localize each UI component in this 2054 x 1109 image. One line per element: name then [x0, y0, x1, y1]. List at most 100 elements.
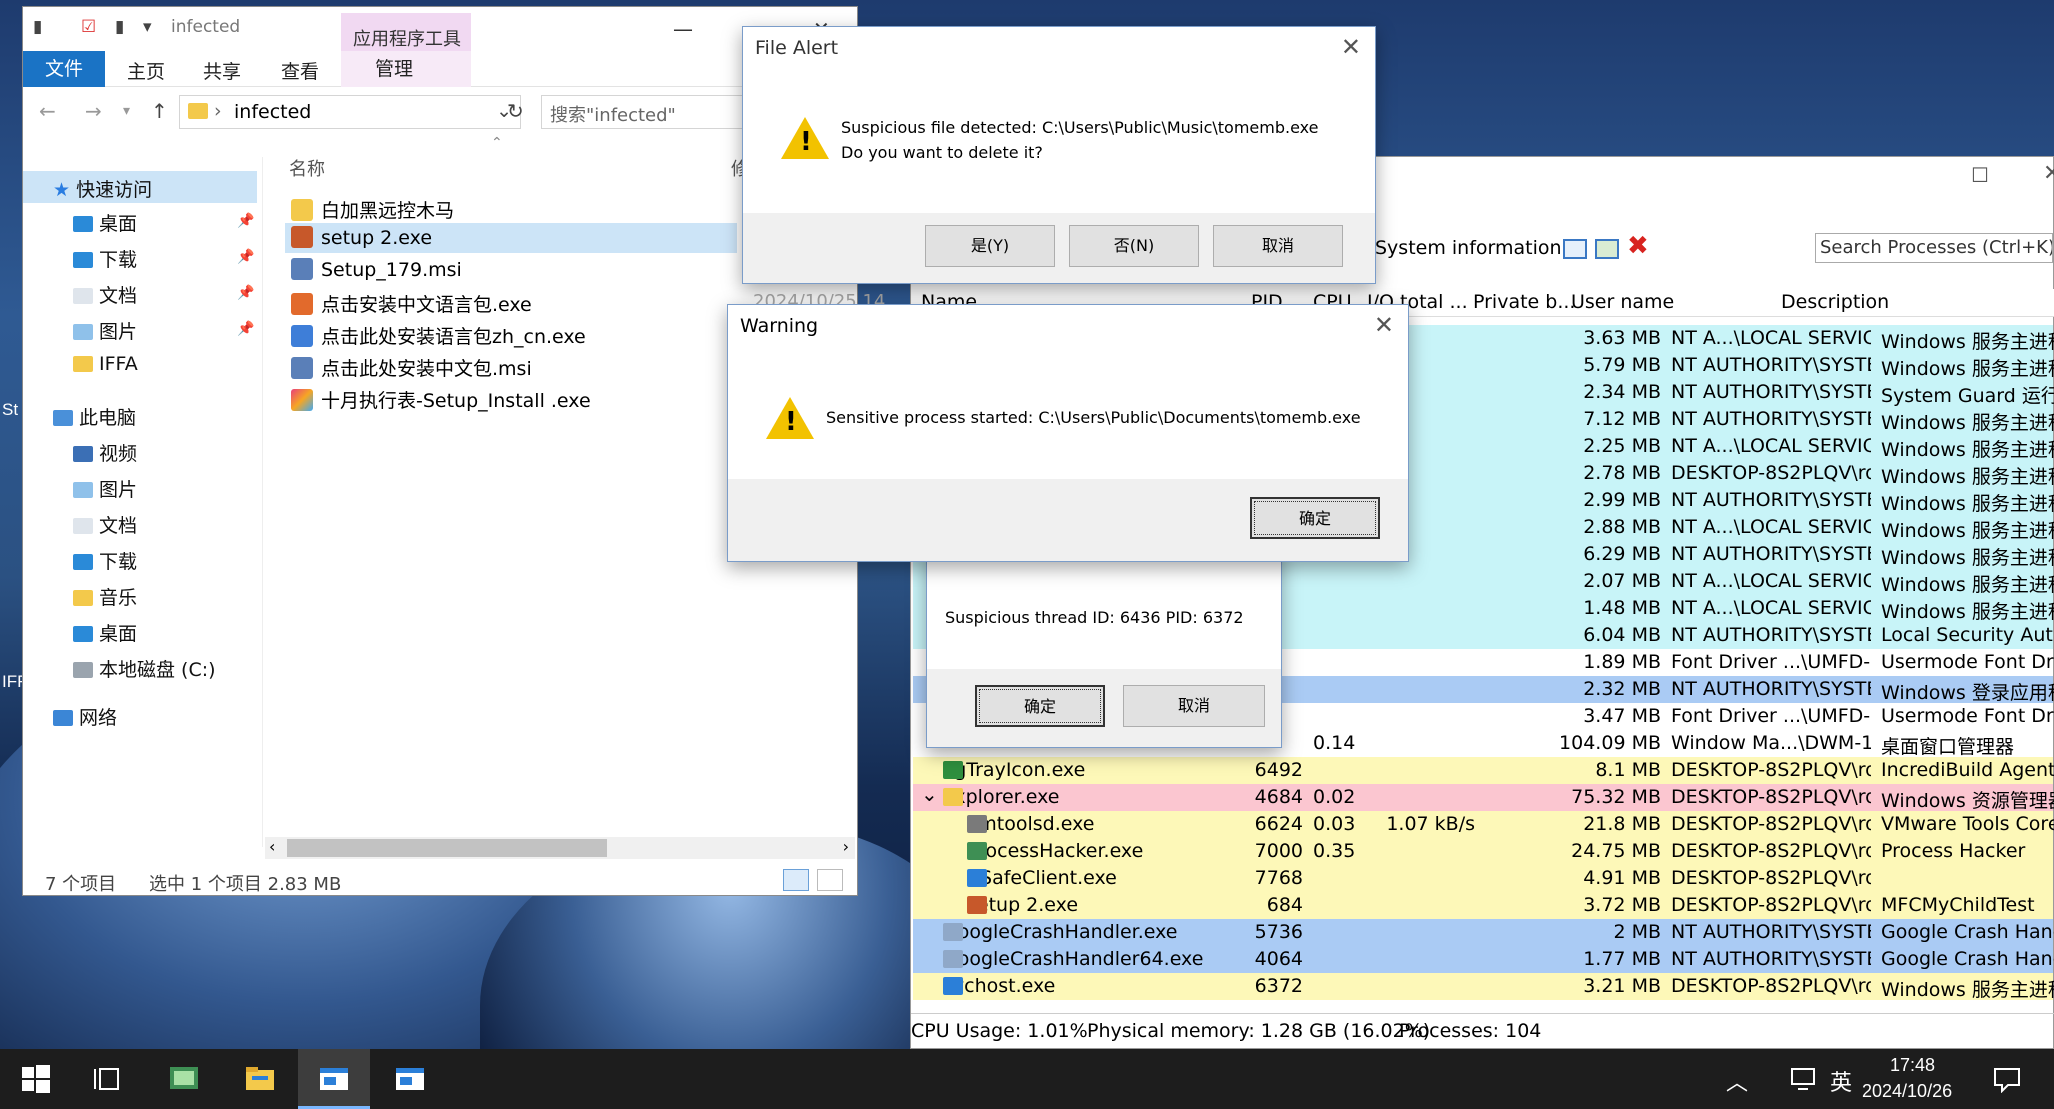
ok-button[interactable]: 确定	[1250, 497, 1380, 539]
process-name: svchost.exe	[943, 975, 1223, 997]
process-row[interactable]: ProcessHacker.exe 7000 0.35 24.75 MB DESKTOP…	[913, 838, 2053, 865]
column-header-name[interactable]: 名称	[289, 155, 325, 181]
task-view-icon[interactable]	[90, 1061, 126, 1097]
chevron-up-icon[interactable]: ︿	[1726, 1065, 1748, 1097]
nav-item-iffa[interactable]: IFFA	[73, 353, 138, 375]
yes-button[interactable]: 是(Y)	[925, 225, 1055, 267]
back-arrow-icon[interactable]: ←	[39, 99, 56, 123]
process-icon	[943, 761, 963, 779]
process-priv: 2.32 MB	[1583, 678, 1661, 700]
close-icon[interactable]: ✕	[1374, 311, 1394, 339]
file-row[interactable]: 点击此处安装中文包.msi	[285, 351, 785, 381]
minimize-icon[interactable]: —	[673, 17, 693, 41]
file-row[interactable]: 十月执行表-Setup_Install .exe	[285, 383, 785, 413]
system-information-button[interactable]: System information	[1375, 237, 1562, 259]
process-desc: Google Crash Handler	[1881, 948, 2054, 970]
tab-file[interactable]: 文件	[23, 51, 105, 87]
clock-time[interactable]: 17:48	[1890, 1055, 1935, 1076]
file-row[interactable]: 白加黑远控木马	[285, 193, 785, 223]
ime-indicator[interactable]: 英	[1830, 1065, 1852, 1097]
nav-item-pictures[interactable]: 图片	[73, 475, 137, 502]
windows-start-icon[interactable]	[18, 1061, 54, 1097]
nav-this-pc[interactable]: 此电脑	[53, 403, 136, 430]
address-field[interactable]: › infected ⌄	[179, 95, 521, 129]
up-arrow-icon[interactable]: ↑	[151, 99, 168, 123]
process-row[interactable]: explorer.exe 4684 0.02 75.32 MB DESKTOP-8S2P…	[913, 782, 2054, 812]
pin-icon[interactable]: 📌	[237, 285, 254, 301]
nav-item-local-disk[interactable]: 本地磁盘 (C:)	[73, 655, 216, 682]
horizontal-scrollbar[interactable]: ‹ ›	[265, 837, 855, 859]
column-header-private-bytes[interactable]: Private b...	[1473, 291, 1575, 313]
nav-item-downloads[interactable]: 下载	[73, 547, 137, 574]
close-icon[interactable]: ✕	[1341, 33, 1361, 61]
nav-quick-access[interactable]: ★ 快速访问	[23, 171, 257, 203]
tab-home[interactable]: 主页	[127, 57, 165, 84]
taskbar-active-app[interactable]	[298, 1049, 370, 1109]
window-title: infected	[171, 17, 241, 37]
clock-date[interactable]: 2024/10/26	[1862, 1081, 1952, 1102]
close-icon[interactable]: ✕	[2043, 161, 2054, 186]
nav-item-pictures[interactable]: 图片	[73, 317, 137, 344]
column-header-user[interactable]: User name	[1571, 291, 1674, 313]
ok-button[interactable]: 确定	[975, 685, 1105, 727]
desktop-icon-label[interactable]: St	[2, 400, 18, 420]
chevron-down-icon[interactable]: ▾	[143, 17, 152, 37]
file-row[interactable]: 点击此处安装语言包zh_cn.exe	[285, 319, 785, 349]
tab-manage[interactable]: 管理	[341, 51, 471, 87]
nav-item-videos[interactable]: 视频	[73, 439, 137, 466]
process-hacker-taskbar-icon[interactable]	[166, 1061, 202, 1097]
file-row[interactable]: Setup_179.msi	[285, 255, 785, 285]
column-header-description[interactable]: Description	[1781, 291, 1889, 313]
scroll-left-icon[interactable]: ‹	[269, 837, 275, 856]
nav-item-music[interactable]: 音乐	[73, 583, 137, 610]
terminate-icon[interactable]: ✖	[1627, 231, 1649, 261]
scroll-right-icon[interactable]: ›	[843, 837, 849, 856]
new-folder-icon[interactable]: ▮	[115, 17, 124, 37]
expand-chevron-icon[interactable]: ⌄	[921, 782, 938, 806]
process-row[interactable]: XSafeClient.exe 7768 4.91 MB DESKTOP-8S2PLQ…	[913, 865, 2053, 892]
file-explorer-taskbar-icon[interactable]	[242, 1061, 278, 1097]
find-window-icon[interactable]	[1595, 239, 1619, 259]
recent-chevron-icon[interactable]: ▾	[123, 103, 130, 119]
process-icon	[943, 788, 963, 806]
process-row[interactable]: xgTrayIcon.exe 6492 8.1 MB DESKTOP-8S2PLQV\…	[913, 757, 2054, 784]
pin-icon[interactable]: 📌	[237, 213, 254, 229]
nav-item-documents[interactable]: 文档	[73, 281, 137, 308]
maximize-icon[interactable]: ☐	[1971, 163, 1989, 187]
process-row[interactable]: GoogleCrashHandler.exe 5736 2 MB NT AUTHORI…	[913, 919, 2054, 946]
process-row[interactable]: svchost.exe 6372 3.21 MB DESKTOP-8S2PLQV\ro…	[913, 973, 2054, 1001]
tab-share[interactable]: 共享	[203, 57, 241, 84]
scrollbar-thumb[interactable]	[287, 839, 607, 857]
no-button[interactable]: 否(N)	[1069, 225, 1199, 267]
pin-icon[interactable]: 📌	[237, 249, 254, 265]
process-row[interactable]: setup 2.exe 684 3.72 MB DESKTOP-8S2PLQV\roo…	[913, 892, 2053, 919]
nav-item-documents[interactable]: 文档	[73, 511, 137, 538]
window-icon[interactable]	[1563, 239, 1587, 259]
large-icons-view-icon[interactable]	[817, 869, 843, 891]
file-row[interactable]: 点击安装中文语言包.exe	[285, 287, 785, 317]
process-row[interactable]: vmtoolsd.exe 6624 0.03 1.07 kB/s 21.8 MB DESK…	[913, 811, 2054, 838]
process-priv: 24.75 MB	[1571, 840, 1661, 862]
process-row[interactable]: GoogleCrashHandler64.exe 4064 1.77 MB NT AU…	[913, 946, 2054, 973]
cancel-button[interactable]: 取消	[1213, 225, 1343, 267]
tab-view[interactable]: 查看	[281, 57, 319, 84]
forward-arrow-icon[interactable]: →	[85, 99, 102, 123]
search-processes-input[interactable]: Search Processes (Ctrl+K)	[1815, 233, 2053, 263]
cancel-button[interactable]: 取消	[1123, 685, 1265, 727]
nav-network[interactable]: 网络	[53, 703, 117, 730]
warning-icon	[766, 397, 814, 439]
process-desc: Windows 服务主进程	[1881, 601, 2054, 623]
properties-icon[interactable]: ☑	[81, 17, 96, 37]
details-view-icon[interactable]	[783, 869, 809, 891]
nav-item-downloads[interactable]: 下载	[73, 245, 137, 272]
notification-icon[interactable]	[1992, 1065, 2022, 1093]
search-input[interactable]: 搜索"infected"	[541, 95, 761, 129]
nav-item-desktop[interactable]: 桌面	[73, 619, 137, 646]
file-row-selected[interactable]: setup 2.exe	[285, 223, 737, 253]
pin-icon[interactable]: 📌	[237, 321, 254, 337]
network-icon[interactable]	[1790, 1065, 1820, 1093]
dialog-window-icon[interactable]	[392, 1061, 428, 1097]
refresh-icon[interactable]: ↻	[507, 99, 524, 123]
folder-icon[interactable]: ▮	[33, 17, 42, 37]
nav-item-desktop[interactable]: 桌面	[73, 209, 137, 236]
